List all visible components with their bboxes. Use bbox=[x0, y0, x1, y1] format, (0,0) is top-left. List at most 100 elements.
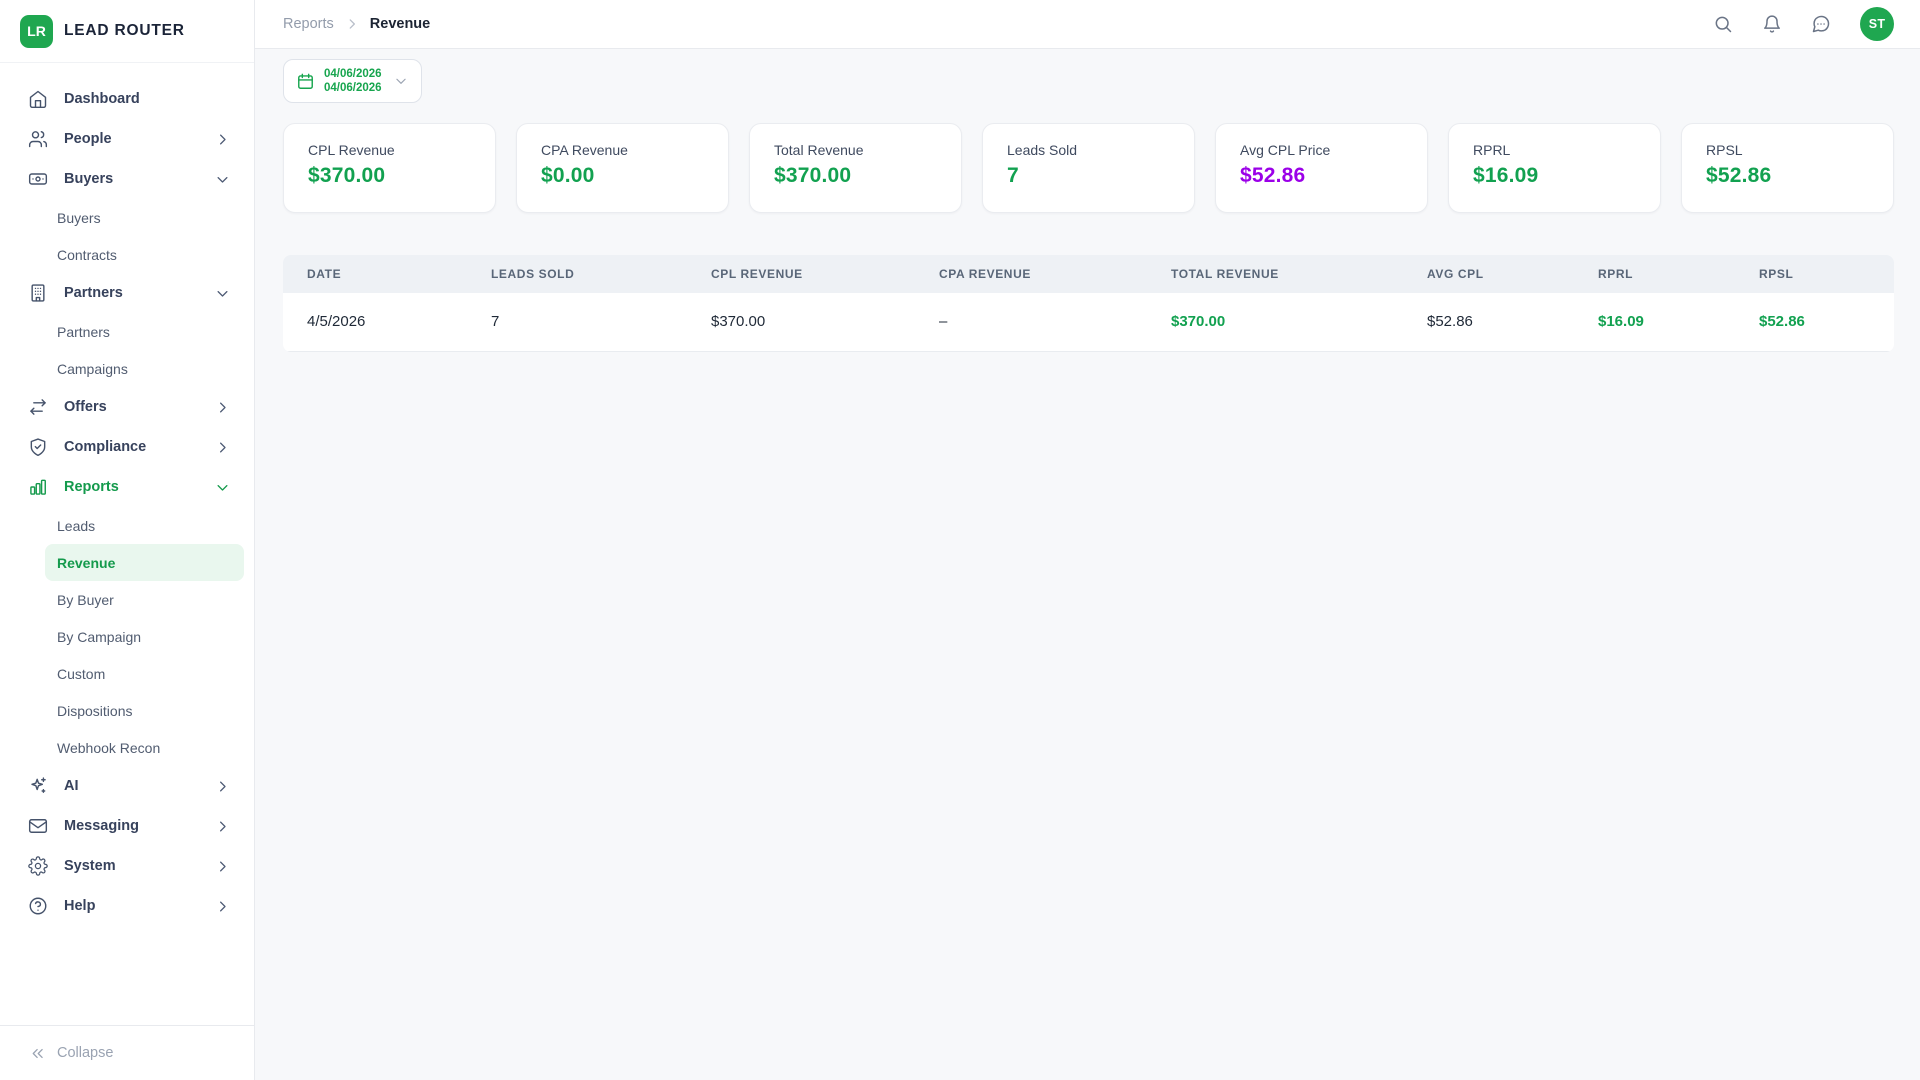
cell-leads-sold: 7 bbox=[467, 293, 687, 351]
date-range-picker[interactable]: 04/06/2026 04/06/2026 bbox=[283, 59, 422, 103]
sidebar-item-people[interactable]: People bbox=[0, 119, 254, 159]
date-range-end: 04/06/2026 bbox=[324, 81, 382, 95]
collapse-icon bbox=[29, 1045, 46, 1062]
topbar-actions: ST bbox=[1713, 7, 1894, 41]
chevron-down-icon bbox=[394, 74, 408, 88]
sidebar-subitem-dispositions[interactable]: Dispositions bbox=[45, 692, 244, 729]
sidebar-subitem-revenue[interactable]: Revenue bbox=[45, 544, 244, 581]
sidebar-item-buyers[interactable]: Buyers bbox=[0, 159, 254, 199]
logo-initials: LR bbox=[27, 23, 46, 39]
page-content: 04/06/2026 04/06/2026 CPL Revenue $370.0… bbox=[255, 49, 1920, 352]
sidebar-item-offers[interactable]: Offers bbox=[0, 387, 254, 427]
collapse-sidebar-button[interactable]: Collapse bbox=[0, 1025, 254, 1080]
sidebar-item-ai[interactable]: AI bbox=[0, 766, 254, 806]
chevron-down-icon bbox=[215, 480, 230, 495]
sidebar-subitem-buyers[interactable]: Buyers bbox=[45, 199, 244, 236]
column-header-date: DATE bbox=[283, 255, 467, 293]
sidebar-subitem-custom[interactable]: Custom bbox=[45, 655, 244, 692]
chevron-right-icon bbox=[215, 779, 230, 794]
main-area: Reports Revenue ST 04/06/2026 04/06/2026 bbox=[255, 0, 1920, 1080]
chat-bubble-icon bbox=[1811, 14, 1831, 34]
breadcrumb: Reports Revenue bbox=[283, 16, 430, 32]
column-header-cpa-revenue: CPA REVENUE bbox=[915, 255, 1147, 293]
stat-card-rpsl: RPSL $52.86 bbox=[1681, 123, 1894, 213]
chevron-right-icon bbox=[215, 440, 230, 455]
chevron-down-icon bbox=[215, 286, 230, 301]
sidebar-subitem-webhook-recon[interactable]: Webhook Recon bbox=[45, 729, 244, 766]
chevron-right-icon bbox=[215, 899, 230, 914]
date-range-values: 04/06/2026 04/06/2026 bbox=[324, 67, 382, 95]
chevron-right-icon bbox=[215, 819, 230, 834]
table-row[interactable]: 4/5/2026 7 $370.00 – $370.00 $52.86 $16.… bbox=[283, 293, 1894, 351]
column-header-avg-cpl: AVG CPL bbox=[1403, 255, 1574, 293]
sidebar-item-partners[interactable]: Partners bbox=[0, 273, 254, 313]
sidebar-subitem-contracts[interactable]: Contracts bbox=[45, 236, 244, 273]
column-header-rprl: RPRL bbox=[1574, 255, 1735, 293]
sidebar-subitem-by-buyer[interactable]: By Buyer bbox=[45, 581, 244, 618]
breadcrumb-reports[interactable]: Reports bbox=[283, 16, 334, 32]
cell-cpa-revenue: – bbox=[915, 293, 1147, 351]
breadcrumb-current-page: Revenue bbox=[370, 16, 430, 32]
collapse-label: Collapse bbox=[57, 1045, 113, 1061]
chevron-right-icon bbox=[215, 132, 230, 147]
column-header-leads-sold: LEADS SOLD bbox=[467, 255, 687, 293]
stat-card-cpl-revenue: CPL Revenue $370.00 bbox=[283, 123, 496, 213]
stat-card-leads-sold: Leads Sold 7 bbox=[982, 123, 1195, 213]
calendar-icon bbox=[296, 72, 315, 91]
bell-icon bbox=[1762, 14, 1782, 34]
bar-chart-icon bbox=[28, 477, 48, 497]
app-name: LEAD ROUTER bbox=[64, 22, 185, 40]
topbar: Reports Revenue ST bbox=[255, 0, 1920, 49]
app-logo: LR bbox=[20, 15, 53, 48]
search-button[interactable] bbox=[1713, 14, 1733, 34]
sidebar-subitem-partners[interactable]: Partners bbox=[45, 313, 244, 350]
swap-arrows-icon bbox=[28, 397, 48, 417]
sidebar-item-system[interactable]: System bbox=[0, 846, 254, 886]
cell-date: 4/5/2026 bbox=[283, 293, 467, 351]
column-header-total-revenue: TOTAL REVENUE bbox=[1147, 255, 1403, 293]
column-header-cpl-revenue: CPL REVENUE bbox=[687, 255, 915, 293]
stat-card-avg-cpl-price: Avg CPL Price $52.86 bbox=[1215, 123, 1428, 213]
sidebar: LR LEAD ROUTER Dashboard People Buyers B… bbox=[0, 0, 255, 1080]
chevron-right-icon bbox=[215, 400, 230, 415]
stat-card-rprl: RPRL $16.09 bbox=[1448, 123, 1661, 213]
notifications-button[interactable] bbox=[1762, 14, 1782, 34]
chevron-right-icon bbox=[215, 859, 230, 874]
cell-total-revenue: $370.00 bbox=[1147, 293, 1403, 351]
envelope-icon bbox=[28, 816, 48, 836]
sidebar-item-help[interactable]: Help bbox=[0, 886, 254, 926]
sidebar-item-reports[interactable]: Reports bbox=[0, 467, 254, 507]
sidebar-item-compliance[interactable]: Compliance bbox=[0, 427, 254, 467]
shield-check-icon bbox=[28, 437, 48, 457]
gear-icon bbox=[28, 856, 48, 876]
stat-card-cpa-revenue: CPA Revenue $0.00 bbox=[516, 123, 729, 213]
table-header-row: DATE LEADS SOLD CPL REVENUE CPA REVENUE … bbox=[283, 255, 1894, 293]
sidebar-nav: Dashboard People Buyers Buyers Contracts bbox=[0, 63, 254, 1025]
chevron-down-icon bbox=[215, 172, 230, 187]
banknote-icon bbox=[28, 169, 48, 189]
cell-cpl-revenue: $370.00 bbox=[687, 293, 915, 351]
cell-rprl: $16.09 bbox=[1574, 293, 1735, 351]
column-header-rpsl: RPSL bbox=[1735, 255, 1894, 293]
sidebar-item-dashboard[interactable]: Dashboard bbox=[0, 79, 254, 119]
users-icon bbox=[28, 129, 48, 149]
app-root: LR LEAD ROUTER Dashboard People Buyers B… bbox=[0, 0, 1920, 1080]
cell-avg-cpl: $52.86 bbox=[1403, 293, 1574, 351]
date-range-start: 04/06/2026 bbox=[324, 67, 382, 81]
sparkles-icon bbox=[28, 776, 48, 796]
stat-card-total-revenue: Total Revenue $370.00 bbox=[749, 123, 962, 213]
search-icon bbox=[1713, 14, 1733, 34]
sidebar-subitem-campaigns[interactable]: Campaigns bbox=[45, 350, 244, 387]
messages-button[interactable] bbox=[1811, 14, 1831, 34]
revenue-table: DATE LEADS SOLD CPL REVENUE CPA REVENUE … bbox=[283, 255, 1894, 352]
stat-cards-row: CPL Revenue $370.00 CPA Revenue $0.00 To… bbox=[283, 123, 1894, 213]
sidebar-item-messaging[interactable]: Messaging bbox=[0, 806, 254, 846]
user-avatar[interactable]: ST bbox=[1860, 7, 1894, 41]
brand-header: LR LEAD ROUTER bbox=[0, 0, 254, 63]
cell-rpsl: $52.86 bbox=[1735, 293, 1894, 351]
sidebar-subitem-by-campaign[interactable]: By Campaign bbox=[45, 618, 244, 655]
building-icon bbox=[28, 283, 48, 303]
sidebar-subitem-leads[interactable]: Leads bbox=[45, 507, 244, 544]
chevron-right-icon bbox=[345, 17, 359, 31]
help-circle-icon bbox=[28, 896, 48, 916]
